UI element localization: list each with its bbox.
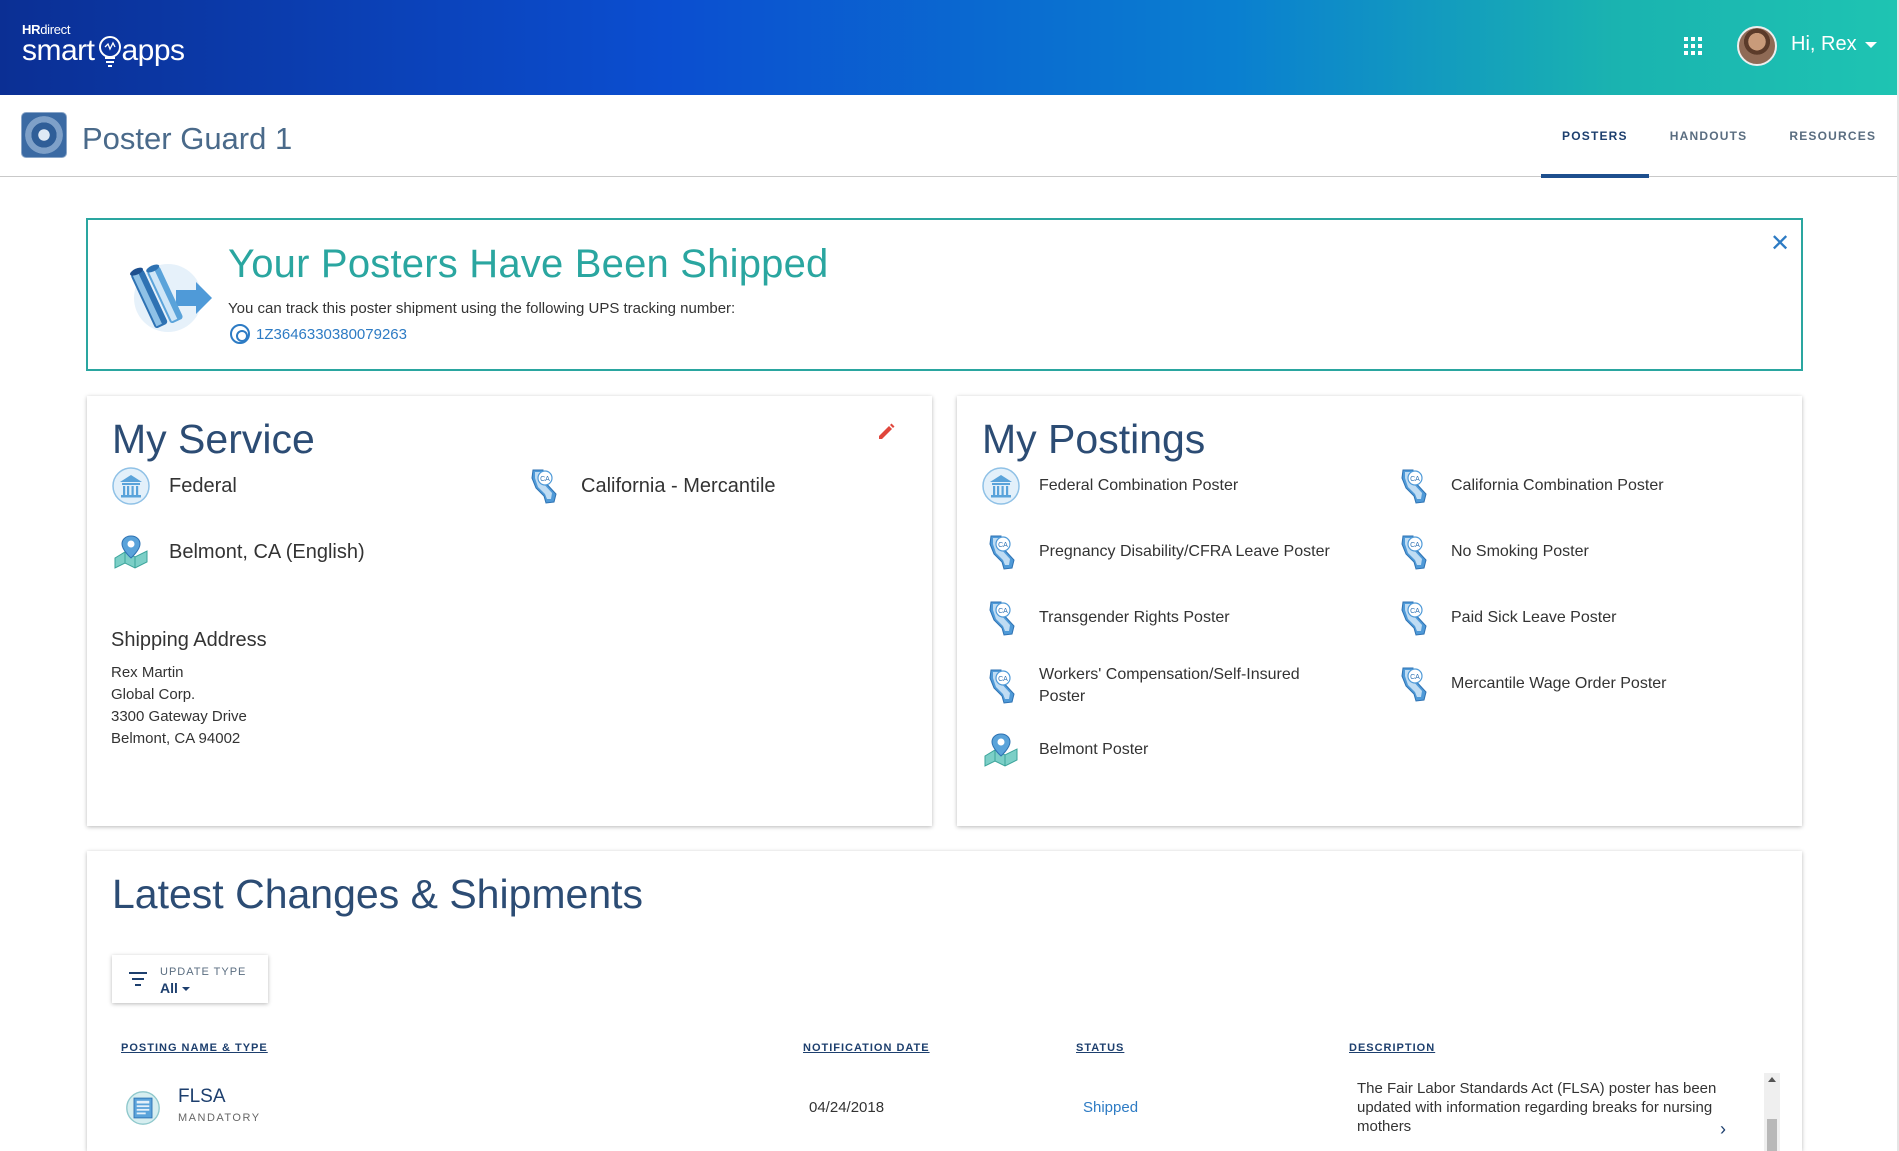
tab-posters[interactable]: POSTERS: [1541, 95, 1649, 178]
poster-guard-app-icon: [21, 112, 67, 158]
description-scrollbar[interactable]: [1764, 1073, 1780, 1151]
alert-message: You can track this poster shipment using…: [228, 300, 736, 317]
posting-item[interactable]: Belmont Poster: [981, 730, 1341, 770]
column-header-posting-name[interactable]: POSTING NAME & TYPE: [121, 1042, 268, 1054]
caret-down-icon: [181, 987, 190, 992]
filter-icon: [129, 972, 147, 986]
address-line: Rex Martin: [111, 664, 184, 681]
shipment-alert-banner: Your Posters Have Been Shipped You can t…: [86, 218, 1803, 371]
posting-item[interactable]: Pregnancy Disability/CFRA Leave Poster: [981, 532, 1341, 572]
posting-item[interactable]: California Combination Poster: [1393, 466, 1753, 506]
address-line: 3300 Gateway Drive: [111, 708, 247, 725]
poster-tubes-shipping-icon: [130, 264, 212, 332]
service-item-city: Belmont, CA (English): [111, 532, 365, 572]
california-state-icon: [981, 598, 1021, 638]
shipping-address: Rex Martin Global Corp. 3300 Gateway Dri…: [111, 662, 247, 750]
my-postings-title: My Postings: [982, 416, 1206, 462]
posting-item-label[interactable]: Paid Sick Leave Poster: [1451, 607, 1616, 629]
shipping-address-label: Shipping Address: [111, 629, 267, 651]
posting-item-label[interactable]: Pregnancy Disability/CFRA Leave Poster: [1039, 541, 1330, 563]
posting-item[interactable]: Workers' Compensation/Self-Insured Poste…: [981, 664, 1341, 708]
logo-smart-text: smart: [22, 34, 95, 67]
logo-product-text: smart apps: [22, 34, 185, 69]
ups-tracking-icon: [230, 324, 250, 344]
city-map-pin-icon: [111, 532, 151, 572]
tab-handouts[interactable]: HANDOUTS: [1649, 95, 1769, 177]
tracking-number[interactable]: 1Z3646330380079263: [256, 326, 407, 343]
california-state-icon: [981, 666, 1021, 706]
alert-title: Your Posters Have Been Shipped: [228, 242, 829, 286]
user-avatar[interactable]: [1737, 26, 1777, 66]
city-map-pin-icon: [981, 730, 1021, 770]
address-line: Global Corp.: [111, 686, 196, 703]
federal-building-icon: [111, 466, 151, 506]
service-item-label: Belmont, CA (English): [169, 540, 365, 563]
posting-type: MANDATORY: [178, 1112, 261, 1124]
status-text[interactable]: Shipped: [1083, 1099, 1138, 1116]
california-state-icon: [1393, 598, 1433, 638]
california-state-icon: [1393, 664, 1433, 704]
close-icon[interactable]: ✕: [1770, 232, 1790, 256]
california-state-icon: [523, 466, 563, 506]
latest-changes-card: Latest Changes & Shipments UPDATE TYPE A…: [87, 851, 1802, 1151]
column-header-notification-date[interactable]: NOTIFICATION DATE: [803, 1042, 930, 1054]
posting-item-label[interactable]: Mercantile Wage Order Poster: [1451, 673, 1666, 695]
logo-apps-text: apps: [121, 34, 186, 67]
tab-resources[interactable]: RESOURCES: [1768, 95, 1897, 177]
ups-tracking-link[interactable]: 1Z3646330380079263: [230, 324, 407, 344]
scrollbar-thumb[interactable]: [1767, 1119, 1777, 1151]
california-state-icon: [1393, 466, 1433, 506]
posting-item-label[interactable]: Belmont Poster: [1039, 739, 1148, 761]
posting-item[interactable]: Paid Sick Leave Poster: [1393, 598, 1753, 638]
posting-item-label[interactable]: Workers' Compensation/Self-Insured Poste…: [1039, 664, 1319, 708]
latest-changes-title: Latest Changes & Shipments: [112, 871, 644, 917]
posting-item[interactable]: Federal Combination Poster: [981, 466, 1341, 506]
california-state-icon: [1393, 532, 1433, 572]
app-subheader: Poster Guard 1 POSTERS HANDOUTS RESOURCE…: [0, 95, 1897, 178]
service-item-federal: Federal: [111, 466, 237, 506]
posting-item-label[interactable]: Transgender Rights Poster: [1039, 607, 1230, 629]
description-text: The Fair Labor Standards Act (FLSA) post…: [1357, 1080, 1717, 1135]
posting-item-label[interactable]: California Combination Poster: [1451, 475, 1664, 497]
federal-building-icon: [981, 466, 1021, 506]
posting-item[interactable]: Transgender Rights Poster: [981, 598, 1341, 638]
column-header-description[interactable]: DESCRIPTION: [1349, 1042, 1435, 1054]
address-line: Belmont, CA 94002: [111, 730, 241, 747]
lightbulb-icon: [98, 36, 121, 68]
main-tabs: POSTERS HANDOUTS RESOURCES: [1541, 95, 1897, 178]
user-menu-chevron-down-icon[interactable]: [1865, 42, 1877, 48]
poster-document-icon: [125, 1090, 161, 1126]
scroll-up-arrow-icon[interactable]: [1768, 1077, 1776, 1082]
posting-item-label[interactable]: No Smoking Poster: [1451, 541, 1589, 563]
chevron-right-icon[interactable]: ›: [1720, 1119, 1726, 1140]
service-item-california: California - Mercantile: [523, 466, 776, 506]
filter-value[interactable]: All: [160, 980, 190, 996]
top-header-bar: HRdirect smart apps Hi, Rex: [0, 0, 1899, 95]
service-item-label: Federal: [169, 474, 237, 497]
posting-name[interactable]: FLSA: [178, 1086, 226, 1108]
service-item-label: California - Mercantile: [581, 474, 776, 497]
update-type-filter[interactable]: UPDATE TYPE All: [112, 955, 268, 1003]
notification-date: 04/24/2018: [809, 1099, 885, 1116]
filter-value-text: All: [160, 980, 178, 996]
column-header-status[interactable]: STATUS: [1076, 1042, 1124, 1054]
user-greeting[interactable]: Hi, Rex: [1791, 33, 1857, 56]
filter-label: UPDATE TYPE: [160, 966, 247, 978]
app-title: Poster Guard 1: [82, 121, 293, 156]
edit-pencil-icon[interactable]: [877, 423, 895, 441]
posting-item-label[interactable]: Federal Combination Poster: [1039, 475, 1238, 497]
my-service-title: My Service: [112, 416, 315, 462]
my-service-card: My Service Federal California - Mercanti…: [87, 396, 932, 826]
my-postings-card: My Postings Federal Combination Poster C…: [957, 396, 1802, 826]
posting-item[interactable]: Mercantile Wage Order Poster: [1393, 664, 1753, 704]
posting-item[interactable]: No Smoking Poster: [1393, 532, 1753, 572]
california-state-icon: [981, 532, 1021, 572]
app-grid-icon[interactable]: [1684, 37, 1702, 55]
